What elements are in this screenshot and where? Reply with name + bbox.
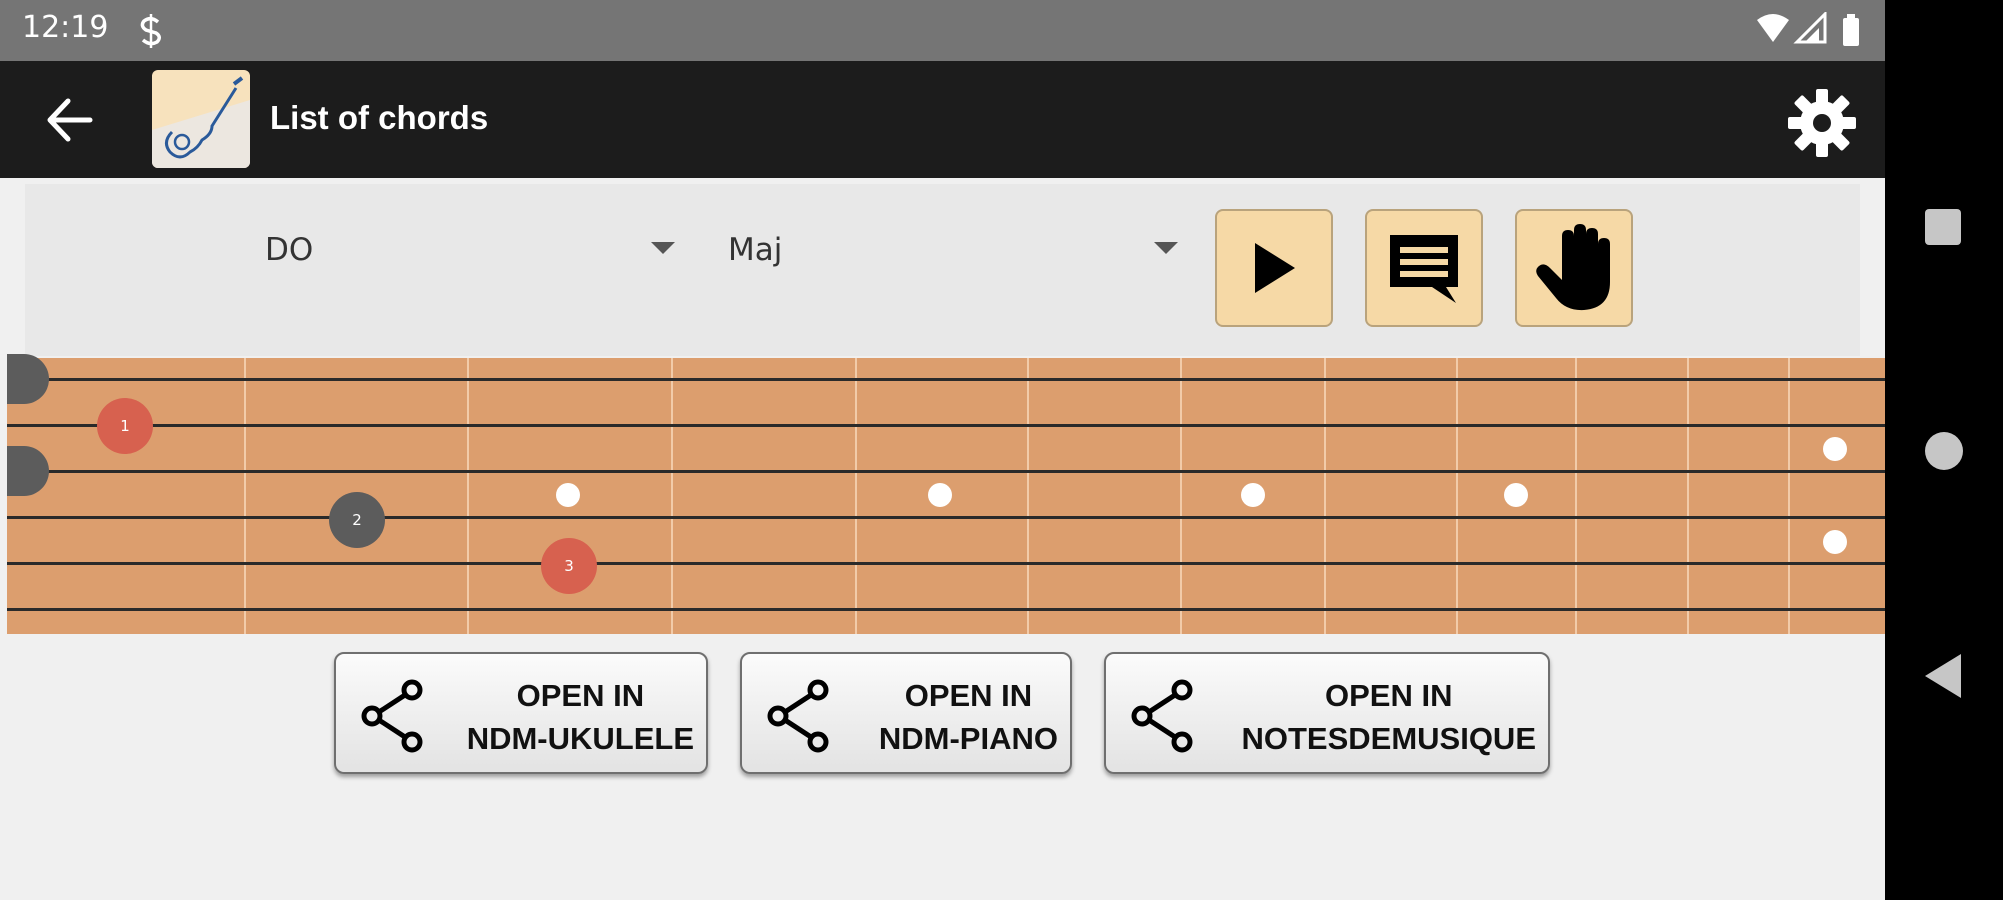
recents-icon[interactable]	[1925, 209, 1961, 245]
page-title: List of chords	[270, 99, 489, 136]
fret-line	[1324, 358, 1326, 634]
fret-line	[1788, 358, 1790, 634]
share-icon	[358, 678, 428, 758]
open-string-marker	[7, 354, 49, 404]
finger-position-1: 1	[97, 398, 153, 454]
label-line-1: OPEN IN	[516, 678, 645, 713]
finger-position-3: 3	[541, 538, 597, 594]
label-line-2: NDM-UKULELE	[466, 721, 694, 756]
label-line-1: OPEN IN	[904, 678, 1033, 713]
string-line	[7, 516, 1885, 519]
back-arrow-icon[interactable]	[44, 97, 94, 147]
label-line-2: NOTESDEMUSIQUE	[1241, 721, 1536, 756]
fret-inlay-dot	[1241, 483, 1265, 507]
gear-icon[interactable]	[1786, 87, 1858, 163]
fret-inlay-dot	[1823, 437, 1847, 461]
play-icon	[1255, 243, 1295, 293]
note-dropdown-value: DO	[265, 232, 314, 268]
fret-line	[1180, 358, 1182, 634]
label-line-1: OPEN IN	[1325, 678, 1453, 713]
fret-line	[671, 358, 673, 634]
string-line	[7, 470, 1885, 473]
open-button-label: OPEN IN NOTESDEMUSIQUE	[1241, 674, 1536, 760]
open-in-ndm-ukulele-button[interactable]: OPEN IN NDM-UKULELE	[334, 652, 708, 774]
system-navigation-bar	[1885, 0, 2003, 900]
comment-button[interactable]	[1365, 209, 1483, 327]
open-string-marker	[7, 446, 49, 496]
chord-type-dropdown-value: Maj	[728, 232, 783, 268]
chord-selector-panel: DO Maj	[25, 184, 1860, 356]
fret-line	[1456, 358, 1458, 634]
fret-line	[1687, 358, 1689, 634]
fret-inlay-dot	[1823, 530, 1847, 554]
string-line	[7, 378, 1885, 381]
comment-icon	[1390, 235, 1458, 303]
fret-line	[467, 358, 469, 634]
system-back-icon[interactable]	[1925, 654, 1961, 698]
status-bar: 12:19	[0, 0, 1885, 61]
string-line	[7, 424, 1885, 427]
share-icon	[1128, 678, 1198, 758]
play-button[interactable]	[1215, 209, 1333, 327]
hand-button[interactable]	[1515, 209, 1633, 327]
fretboard: 1 2 3	[7, 354, 1885, 634]
fret-line	[1027, 358, 1029, 634]
fret-inlay-dot	[556, 483, 580, 507]
fret-inlay-dot	[1504, 483, 1528, 507]
label-line-2: NDM-PIANO	[878, 721, 1058, 756]
status-right-icons	[1755, 10, 1865, 52]
string-line	[7, 608, 1885, 611]
sync-icon	[138, 14, 164, 52]
status-time: 12:19	[22, 10, 109, 45]
open-in-ndm-piano-button[interactable]: OPEN IN NDM-PIANO	[740, 652, 1072, 774]
dropdown-arrow-icon	[651, 242, 675, 254]
open-button-label: OPEN IN NDM-PIANO	[879, 674, 1058, 760]
fret-inlay-dot	[928, 483, 952, 507]
app-bar: List of chords	[0, 61, 1885, 178]
open-in-notesdemusique-button[interactable]: OPEN IN NOTESDEMUSIQUE	[1104, 652, 1550, 774]
hand-icon	[1536, 224, 1610, 311]
ukulele-logo-icon	[152, 70, 250, 168]
finger-position-2: 2	[329, 492, 385, 548]
share-icon	[764, 678, 834, 758]
app-logo	[152, 70, 250, 168]
app-screen: 12:19 List of chords DO Maj 1 2 3 OPEN I…	[0, 0, 1885, 900]
fret-line	[1575, 358, 1577, 634]
string-line	[7, 562, 1885, 565]
home-icon[interactable]	[1925, 432, 1963, 470]
open-button-label: OPEN IN NDM-UKULELE	[467, 674, 694, 760]
wifi-signal-battery-icon	[1757, 10, 1859, 46]
dropdown-arrow-icon	[1154, 242, 1178, 254]
fret-line	[855, 358, 857, 634]
note-dropdown[interactable]: DO	[265, 224, 675, 284]
fret-line	[244, 358, 246, 634]
chord-type-dropdown[interactable]: Maj	[728, 224, 1178, 284]
